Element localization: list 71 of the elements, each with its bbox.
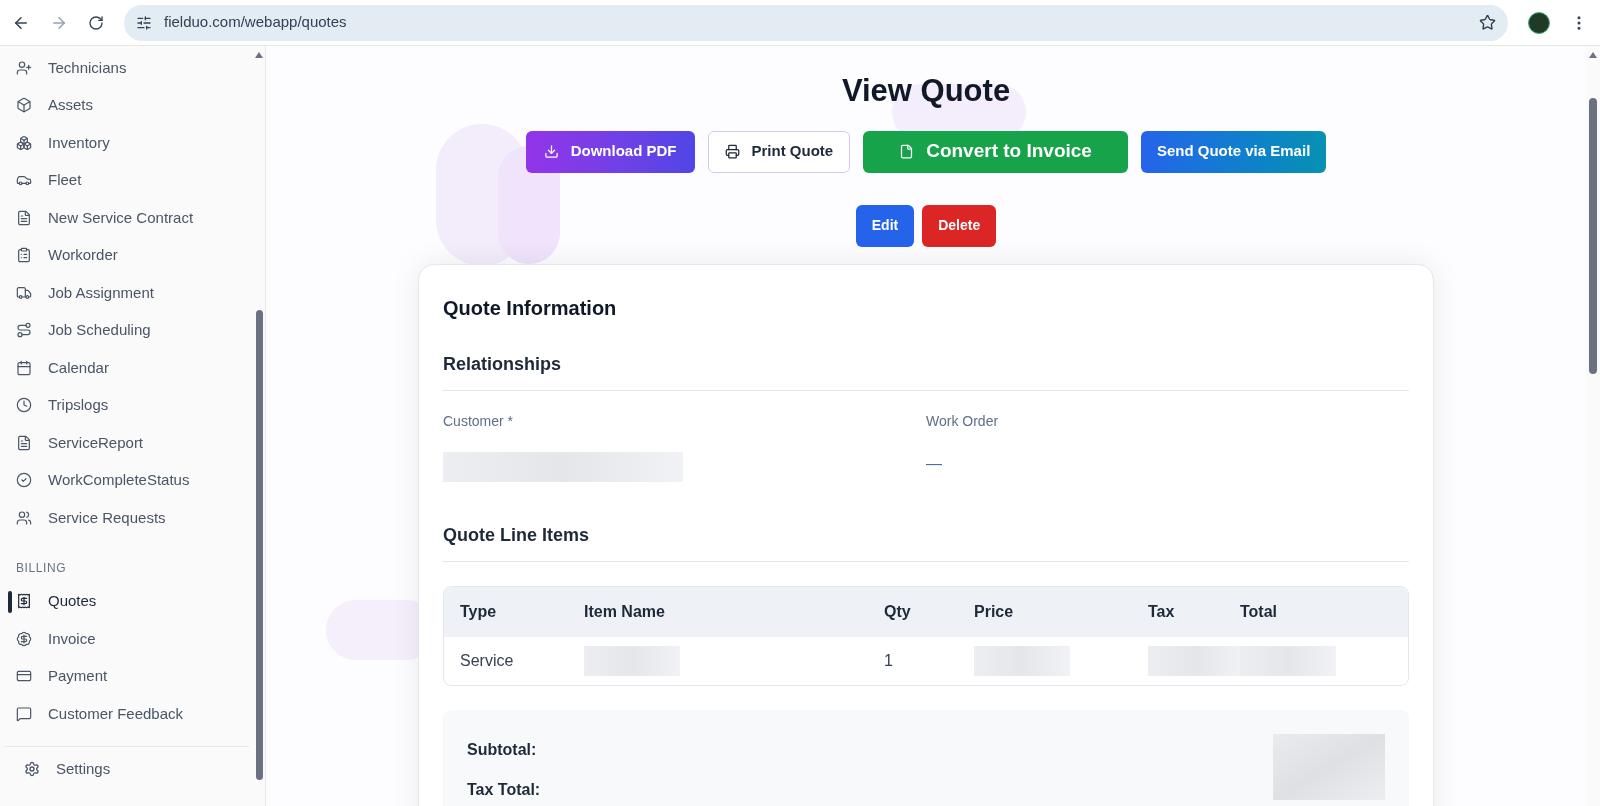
clipboard-icon: [16, 247, 32, 264]
box-icon: [16, 97, 32, 114]
column-header: Price: [974, 601, 1014, 622]
total-label: Subtotal:: [467, 739, 537, 760]
field-label: Customer *: [443, 411, 514, 431]
bookmark-icon[interactable]: [1479, 14, 1496, 31]
sidebar-item[interactable]: WorkCompleteStatus: [0, 461, 253, 499]
action-button[interactable]: Send Quote via Email: [1140, 130, 1327, 173]
action-button[interactable]: Print Quote: [707, 130, 851, 173]
check-circle-icon: [16, 472, 32, 489]
sidebar-item[interactable]: Service Requests: [0, 499, 253, 537]
action-button[interactable]: Download PDF: [525, 130, 695, 173]
section-heading: Relationships: [443, 352, 562, 376]
page-title: View Quote: [841, 72, 1011, 110]
calendar-icon: [16, 359, 32, 376]
profile-avatar[interactable]: [1528, 11, 1550, 34]
sidebar-item[interactable]: Job Scheduling: [0, 311, 253, 349]
users-icon: [16, 509, 32, 526]
column-header: Qty: [884, 601, 911, 622]
sidebar-item[interactable]: Technicians: [0, 49, 253, 87]
column-header: Type: [460, 601, 497, 622]
total-label: Tax Total:: [467, 779, 541, 800]
reload-icon[interactable]: [88, 14, 104, 31]
active-indicator: [8, 590, 12, 613]
sidebar-item[interactable]: Assets: [0, 86, 253, 124]
action-button[interactable]: Edit: [855, 204, 915, 247]
sidebar-item[interactable]: Fleet: [0, 161, 253, 199]
chat-bubble-icon: [16, 705, 32, 722]
section-heading: Quote Line Items: [443, 523, 590, 547]
card-title: Quote Information: [443, 295, 617, 321]
field-label: Work Order: [926, 411, 999, 431]
route-icon: [16, 322, 32, 339]
scroll-up-icon[interactable]: [1589, 52, 1597, 58]
settings-icon: [24, 761, 40, 777]
table-cell-text: Service: [460, 650, 514, 671]
field-value: —: [926, 453, 942, 474]
site-settings-icon[interactable]: [136, 14, 152, 31]
dollar-icon: [16, 630, 32, 647]
address-bar[interactable]: fielduo.com/webapp/quotes: [124, 4, 1508, 41]
document-icon: [16, 209, 32, 226]
column-header: Tax: [1148, 601, 1175, 622]
column-header: Item Name: [584, 601, 665, 622]
sidebar-item[interactable]: Invoice: [0, 620, 253, 658]
document-icon: [899, 144, 915, 159]
download-icon: [543, 144, 559, 159]
sidebar-item[interactable]: Customer Feedback: [0, 695, 253, 733]
sidebar-item[interactable]: Tripslogs: [0, 386, 253, 424]
clock-icon: [16, 397, 32, 414]
scrollbar[interactable]: [1586, 46, 1600, 806]
boxes-icon: [16, 134, 32, 151]
user-plus-icon: [16, 59, 32, 76]
scroll-up-icon[interactable]: [255, 52, 263, 58]
receipt-icon: [16, 593, 32, 610]
sidebar-item[interactable]: Payment: [0, 657, 253, 695]
document-icon: [16, 434, 32, 451]
sidebar-item[interactable]: Calendar: [0, 349, 253, 387]
action-button[interactable]: Delete: [922, 204, 997, 247]
sidebar-item[interactable]: Workorder: [0, 236, 253, 274]
printer-icon: [724, 144, 740, 159]
sidebar-item[interactable]: Job Assignment: [0, 274, 253, 312]
truck-icon: [16, 284, 32, 301]
sidebar-item[interactable]: Settings: [56, 757, 111, 781]
column-header: Total: [1240, 601, 1278, 622]
sidebar-item[interactable]: New Service Contract: [0, 199, 253, 237]
section-heading: BILLING: [15, 559, 67, 577]
scrollbar-thumb[interactable]: [255, 310, 263, 780]
table-cell-text: 1: [884, 650, 893, 671]
sidebar-item[interactable]: ServiceReport: [0, 424, 253, 462]
scrollbar-thumb[interactable]: [1589, 98, 1597, 374]
sidebar-item[interactable]: Inventory: [0, 124, 253, 162]
sidebar-item[interactable]: Quotes: [0, 582, 253, 620]
